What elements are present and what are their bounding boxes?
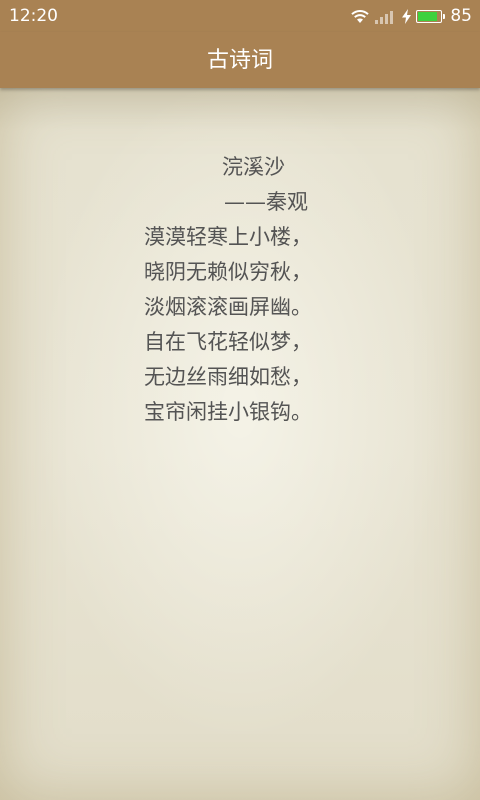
poem-line: 漠漠轻寒上小楼， (144, 225, 312, 249)
status-icons: 85 (345, 5, 472, 27)
app-bar: 古诗词 (0, 32, 480, 88)
poem-line: 淡烟滚滚画屏幽。 (144, 295, 312, 319)
battery-icon (416, 9, 446, 23)
app-title: 古诗词 (206, 48, 273, 73)
charging-icon (402, 8, 412, 24)
status-bar: 12:20 85 (0, 0, 480, 32)
battery-level: 85 (450, 6, 472, 26)
poem-line: 自在飞花轻似梦， (144, 330, 312, 354)
status-time: 12:20 (9, 6, 58, 26)
poem-line: 宝帘闲挂小银钩。 (144, 400, 312, 424)
battery-fill (418, 11, 437, 21)
poem-paper: 浣溪沙 ——秦观 漠漠轻寒上小楼， 晓阴无赖似穷秋， 淡烟滚滚画屏幽。 自在飞花… (0, 88, 480, 800)
signal-icon (375, 9, 397, 24)
poem: 浣溪沙 ——秦观 漠漠轻寒上小楼， 晓阴无赖似穷秋， 淡烟滚滚画屏幽。 自在飞花… (0, 150, 480, 430)
poem-title: 浣溪沙 (222, 155, 285, 179)
poem-line: 无边丝雨细如愁， (144, 365, 312, 389)
wifi-icon (350, 8, 370, 24)
poem-line: 晓阴无赖似穷秋， (144, 260, 312, 284)
poem-author: ——秦观 (224, 190, 308, 214)
